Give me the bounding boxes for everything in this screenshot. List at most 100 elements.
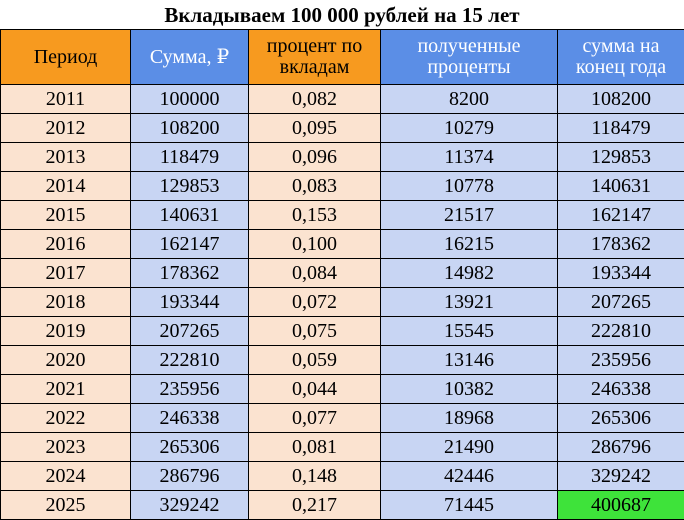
cell-period[interactable]: 2016 xyxy=(1,230,131,259)
cell-end-sum[interactable]: 108200 xyxy=(558,85,684,114)
cell-period[interactable]: 2021 xyxy=(1,375,131,404)
cell-rate[interactable]: 0,096 xyxy=(249,143,381,172)
cell-end-sum[interactable]: 246338 xyxy=(558,375,684,404)
spreadsheet: Вкладываем 100 000 рублей на 15 лет Пери… xyxy=(0,0,684,519)
cell-rate[interactable]: 0,075 xyxy=(249,317,381,346)
cell-interest[interactable]: 13921 xyxy=(381,288,558,317)
header-end-sum[interactable]: сумма на конец года xyxy=(558,30,684,85)
table-row: 20131184790,09611374129853 xyxy=(1,143,684,172)
cell-rate[interactable]: 0,044 xyxy=(249,375,381,404)
table-row: 20151406310,15321517162147 xyxy=(1,201,684,230)
cell-period[interactable]: 2022 xyxy=(1,404,131,433)
cell-sum[interactable]: 246338 xyxy=(131,404,249,433)
cell-end-sum[interactable]: 265306 xyxy=(558,404,684,433)
cell-end-sum[interactable]: 222810 xyxy=(558,317,684,346)
header-end-sum-line-1: сумма на xyxy=(558,36,684,57)
table-row: 20121082000,09510279118479 xyxy=(1,114,684,143)
cell-interest[interactable]: 11374 xyxy=(381,143,558,172)
cell-sum[interactable]: 100000 xyxy=(131,85,249,114)
cell-end-sum[interactable]: 178362 xyxy=(558,230,684,259)
table-body: 20111000000,082820010820020121082000,095… xyxy=(1,85,684,520)
header-period[interactable]: Период xyxy=(1,30,131,85)
cell-rate[interactable]: 0,059 xyxy=(249,346,381,375)
header-interest[interactable]: полученные проценты xyxy=(381,30,558,85)
header-interest-line-1: полученные xyxy=(381,36,557,57)
cell-sum[interactable]: 235956 xyxy=(131,375,249,404)
cell-end-sum[interactable]: 400687 xyxy=(558,491,684,520)
cell-period[interactable]: 2020 xyxy=(1,346,131,375)
cell-interest[interactable]: 16215 xyxy=(381,230,558,259)
cell-interest[interactable]: 10279 xyxy=(381,114,558,143)
cell-sum[interactable]: 193344 xyxy=(131,288,249,317)
cell-interest[interactable]: 10382 xyxy=(381,375,558,404)
cell-rate[interactable]: 0,081 xyxy=(249,433,381,462)
cell-interest[interactable]: 14982 xyxy=(381,259,558,288)
cell-period[interactable]: 2019 xyxy=(1,317,131,346)
table-title: Вкладываем 100 000 рублей на 15 лет xyxy=(0,0,684,29)
cell-period[interactable]: 2015 xyxy=(1,201,131,230)
header-period-text: Период xyxy=(1,47,130,68)
cell-interest[interactable]: 15545 xyxy=(381,317,558,346)
cell-end-sum[interactable]: 207265 xyxy=(558,288,684,317)
cell-sum[interactable]: 118479 xyxy=(131,143,249,172)
cell-end-sum[interactable]: 235956 xyxy=(558,346,684,375)
cell-period[interactable]: 2012 xyxy=(1,114,131,143)
header-rate[interactable]: процент по вкладам xyxy=(249,30,381,85)
cell-sum[interactable]: 329242 xyxy=(131,491,249,520)
cell-end-sum[interactable]: 118479 xyxy=(558,114,684,143)
cell-period[interactable]: 2013 xyxy=(1,143,131,172)
cell-sum[interactable]: 286796 xyxy=(131,462,249,491)
table-row: 20212359560,04410382246338 xyxy=(1,375,684,404)
cell-period[interactable]: 2014 xyxy=(1,172,131,201)
cell-end-sum[interactable]: 286796 xyxy=(558,433,684,462)
cell-interest[interactable]: 71445 xyxy=(381,491,558,520)
cell-period[interactable]: 2018 xyxy=(1,288,131,317)
cell-interest[interactable]: 42446 xyxy=(381,462,558,491)
cell-rate[interactable]: 0,095 xyxy=(249,114,381,143)
cell-interest[interactable]: 21517 xyxy=(381,201,558,230)
cell-end-sum[interactable]: 140631 xyxy=(558,172,684,201)
table-row: 20232653060,08121490286796 xyxy=(1,433,684,462)
cell-end-sum[interactable]: 129853 xyxy=(558,143,684,172)
header-interest-line-2: проценты xyxy=(381,57,557,78)
cell-sum[interactable]: 140631 xyxy=(131,201,249,230)
cell-period[interactable]: 2017 xyxy=(1,259,131,288)
cell-rate[interactable]: 0,072 xyxy=(249,288,381,317)
cell-rate[interactable]: 0,100 xyxy=(249,230,381,259)
table-row: 20192072650,07515545222810 xyxy=(1,317,684,346)
cell-sum[interactable]: 207265 xyxy=(131,317,249,346)
cell-end-sum[interactable]: 329242 xyxy=(558,462,684,491)
cell-end-sum[interactable]: 193344 xyxy=(558,259,684,288)
cell-rate[interactable]: 0,153 xyxy=(249,201,381,230)
cell-sum[interactable]: 108200 xyxy=(131,114,249,143)
cell-period[interactable]: 2025 xyxy=(1,491,131,520)
cell-rate[interactable]: 0,148 xyxy=(249,462,381,491)
table-row: 20222463380,07718968265306 xyxy=(1,404,684,433)
table-row: 20242867960,14842446329242 xyxy=(1,462,684,491)
table-row: 20141298530,08310778140631 xyxy=(1,172,684,201)
table-row: 20202228100,05913146235956 xyxy=(1,346,684,375)
cell-rate[interactable]: 0,077 xyxy=(249,404,381,433)
cell-interest[interactable]: 13146 xyxy=(381,346,558,375)
cell-interest[interactable]: 18968 xyxy=(381,404,558,433)
header-rate-line-2: вкладам xyxy=(249,57,380,78)
cell-sum[interactable]: 265306 xyxy=(131,433,249,462)
cell-sum[interactable]: 162147 xyxy=(131,230,249,259)
cell-rate[interactable]: 0,084 xyxy=(249,259,381,288)
cell-interest[interactable]: 10778 xyxy=(381,172,558,201)
cell-sum[interactable]: 222810 xyxy=(131,346,249,375)
table-row: 20253292420,21771445400687 xyxy=(1,491,684,520)
table-row: 20161621470,10016215178362 xyxy=(1,230,684,259)
cell-rate[interactable]: 0,083 xyxy=(249,172,381,201)
cell-period[interactable]: 2023 xyxy=(1,433,131,462)
cell-sum[interactable]: 178362 xyxy=(131,259,249,288)
cell-interest[interactable]: 21490 xyxy=(381,433,558,462)
cell-end-sum[interactable]: 162147 xyxy=(558,201,684,230)
cell-period[interactable]: 2011 xyxy=(1,85,131,114)
cell-rate[interactable]: 0,082 xyxy=(249,85,381,114)
cell-period[interactable]: 2024 xyxy=(1,462,131,491)
cell-sum[interactable]: 129853 xyxy=(131,172,249,201)
cell-rate[interactable]: 0,217 xyxy=(249,491,381,520)
cell-interest[interactable]: 8200 xyxy=(381,85,558,114)
header-sum[interactable]: Сумма, ₽ xyxy=(131,30,249,85)
